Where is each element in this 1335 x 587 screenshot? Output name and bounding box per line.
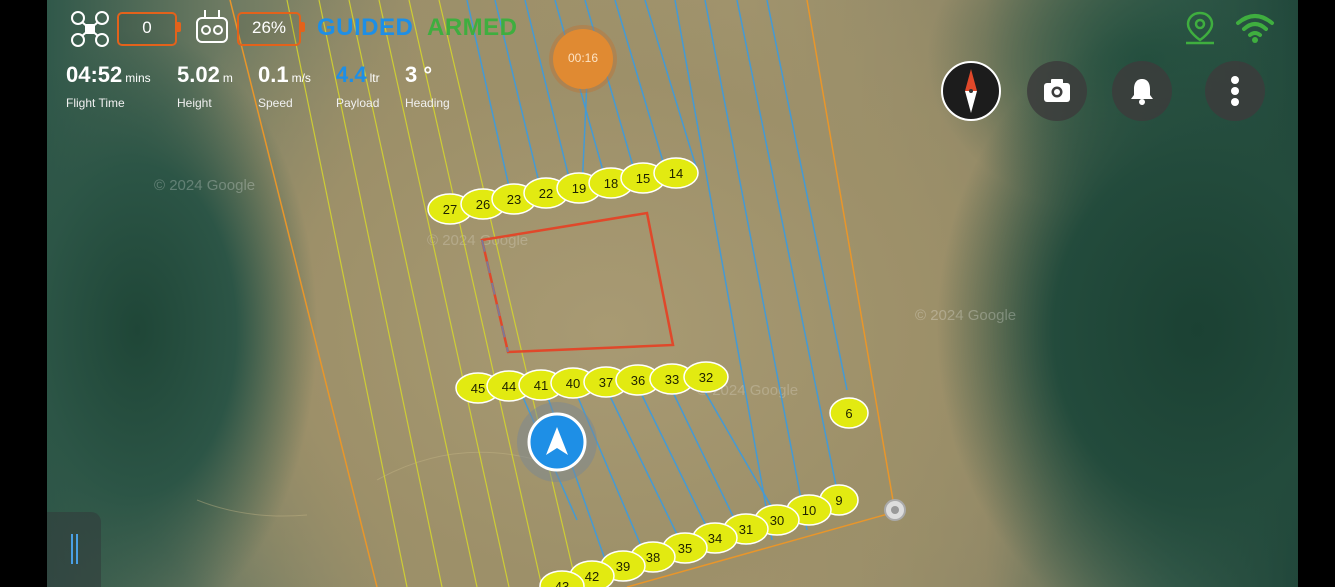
- flight-mode[interactable]: GUIDED: [317, 14, 413, 42]
- battery-indicator: 26%: [237, 12, 301, 46]
- camera-icon: [1044, 79, 1070, 102]
- wifi-icon: [1235, 12, 1275, 44]
- svg-text:44: 44: [502, 379, 516, 394]
- counter-nub: [177, 22, 181, 32]
- handle-icon: [71, 534, 73, 564]
- svg-text:14: 14: [669, 166, 683, 181]
- svg-text:32: 32: [699, 370, 713, 385]
- svg-text:40: 40: [566, 376, 580, 391]
- waypoint-6[interactable]: 6: [829, 397, 869, 429]
- compass-icon: [965, 69, 977, 113]
- waypoint-32[interactable]: 32: [683, 361, 729, 393]
- timer-text: 00:16: [567, 51, 599, 65]
- battery-nub: [301, 22, 305, 32]
- telemetry-speed: 0.1 m/s Speed: [258, 62, 311, 110]
- telemetry-payload: 4.4 ltr Payload: [336, 62, 380, 110]
- panel-toggle-button[interactable]: [47, 512, 101, 587]
- mission-timer: 00:16: [553, 29, 613, 89]
- telemetry-height: 5.02 m Height: [177, 62, 233, 110]
- arm-state[interactable]: ARMED: [427, 14, 518, 42]
- svg-text:39: 39: [616, 559, 630, 574]
- svg-text:9: 9: [835, 493, 842, 508]
- svg-text:45: 45: [471, 381, 485, 396]
- svg-text:23: 23: [507, 192, 521, 207]
- notifications-button[interactable]: [1112, 61, 1172, 121]
- waypoint-14[interactable]: 14: [653, 157, 699, 189]
- svg-text:26: 26: [476, 197, 490, 212]
- telemetry-flight-time: 04:52 mins Flight Time: [66, 62, 151, 110]
- svg-text:37: 37: [599, 375, 613, 390]
- svg-text:30: 30: [770, 513, 784, 528]
- svg-text:43: 43: [555, 579, 569, 587]
- svg-text:19: 19: [572, 181, 586, 196]
- map-view[interactable]: © 2024 Google © 2024 Google © 2024 Googl…: [47, 0, 1298, 587]
- svg-text:38: 38: [646, 550, 660, 565]
- svg-text:6: 6: [845, 406, 852, 421]
- telemetry-heading: 3 ° Heading: [405, 62, 450, 110]
- spray-path-yellow: [286, 0, 578, 587]
- svg-text:10: 10: [802, 503, 816, 518]
- svg-text:31: 31: [739, 522, 753, 537]
- svg-text:42: 42: [585, 569, 599, 584]
- map-watermark: © 2024 Google: [154, 177, 255, 194]
- svg-text:34: 34: [708, 531, 722, 546]
- more-vertical-icon: [1231, 76, 1239, 106]
- bell-icon: [1131, 79, 1153, 105]
- more-options-button[interactable]: [1205, 61, 1265, 121]
- spray-path-blue: [466, 0, 848, 566]
- drone-counter: 0: [117, 12, 177, 46]
- svg-text:36: 36: [631, 373, 645, 388]
- svg-text:15: 15: [636, 171, 650, 186]
- svg-text:27: 27: [443, 202, 457, 217]
- svg-text:35: 35: [678, 541, 692, 556]
- remote-controller-icon: [194, 8, 230, 46]
- drone-icon: [70, 10, 110, 48]
- svg-text:33: 33: [665, 372, 679, 387]
- gps-status-icon: [1180, 10, 1220, 46]
- svg-text:41: 41: [534, 378, 548, 393]
- map-watermark-2: © 2024 Google: [915, 307, 1016, 324]
- svg-text:18: 18: [604, 176, 618, 191]
- camera-button[interactable]: [1027, 61, 1087, 121]
- drone-position-marker[interactable]: [517, 402, 597, 482]
- svg-text:22: 22: [539, 186, 553, 201]
- compass-button[interactable]: [941, 61, 1001, 121]
